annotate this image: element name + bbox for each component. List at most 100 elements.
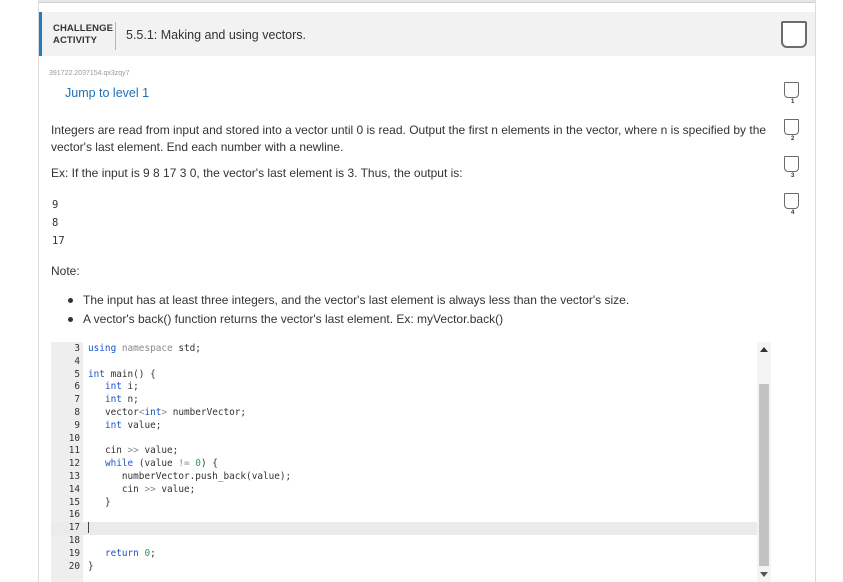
line-number: 16 bbox=[68, 509, 80, 521]
code-line[interactable]: 18 bbox=[51, 535, 757, 548]
code-token: int bbox=[144, 406, 162, 418]
code-line[interactable]: 5 int main() { bbox=[51, 369, 757, 382]
level-1-button[interactable]: 1 bbox=[784, 82, 804, 105]
code-token: int bbox=[88, 368, 105, 380]
code-token: >> bbox=[127, 445, 139, 457]
code-token: int bbox=[104, 419, 122, 431]
level-number: 1 bbox=[791, 99, 795, 105]
line-number: 20 bbox=[68, 560, 80, 572]
code-token: std; bbox=[172, 343, 201, 354]
line-number: 14 bbox=[68, 483, 80, 495]
code-line[interactable]: 7 int n; bbox=[51, 394, 757, 407]
scrollbar-thumb[interactable] bbox=[759, 384, 769, 566]
challenge-activity-card: CHALLENGE ACTIVITY 5.5.1: Making and usi… bbox=[38, 0, 816, 582]
code-token: } bbox=[104, 496, 111, 508]
level-badge-icon bbox=[784, 193, 799, 209]
scroll-up-arrow-icon[interactable] bbox=[760, 347, 768, 352]
code-token: numberVector.push_back(value); bbox=[121, 470, 292, 482]
line-number: 8 bbox=[74, 406, 80, 418]
top-divider bbox=[39, 0, 815, 3]
line-number: 4 bbox=[74, 355, 80, 367]
header-separator bbox=[115, 22, 116, 50]
code-line[interactable]: 14 cin >> value; bbox=[51, 484, 757, 497]
code-editor[interactable]: 3 using namespace std; 4 5 int main() { 6 … bbox=[51, 342, 769, 582]
code-line[interactable]: 4 bbox=[51, 356, 757, 369]
line-number: 15 bbox=[68, 496, 80, 508]
line-number: 13 bbox=[68, 470, 80, 482]
level-number: 4 bbox=[791, 210, 795, 216]
activity-type-line1: CHALLENGE bbox=[53, 23, 114, 34]
example-output-line: 17 bbox=[52, 235, 65, 247]
code-token: numberVector; bbox=[167, 406, 247, 418]
code-token: i; bbox=[121, 381, 139, 393]
code-line[interactable]: 13 numberVector.push_back(value); bbox=[51, 471, 757, 484]
line-number: 9 bbox=[74, 419, 80, 431]
level-number: 3 bbox=[791, 173, 795, 179]
code-token: namespace bbox=[116, 343, 173, 354]
text-cursor bbox=[88, 522, 89, 534]
level-number: 2 bbox=[791, 136, 795, 142]
code-token: } bbox=[88, 560, 94, 572]
line-number: 11 bbox=[68, 445, 80, 457]
editor-scrollbar[interactable] bbox=[757, 342, 771, 582]
code-token: int bbox=[104, 394, 122, 406]
code-line[interactable]: 19 return 0; bbox=[51, 548, 757, 561]
example-output-line: 8 bbox=[52, 217, 59, 229]
line-number: 17 bbox=[68, 522, 80, 534]
code-token: >> bbox=[144, 483, 156, 495]
completion-badge-icon bbox=[781, 21, 807, 48]
level-3-button[interactable]: 3 bbox=[784, 156, 804, 179]
code-line[interactable]: 3 using namespace std; bbox=[51, 343, 757, 356]
code-line[interactable]: 12 while (value != 0) { bbox=[51, 458, 757, 471]
line-number: 18 bbox=[68, 534, 80, 546]
activity-type-label: CHALLENGE ACTIVITY bbox=[53, 23, 113, 47]
line-number: 12 bbox=[68, 458, 80, 470]
scroll-down-arrow-icon[interactable] bbox=[760, 572, 768, 577]
activity-id-code: 391722.2037154.qx3zqy7 bbox=[49, 70, 130, 77]
code-token: (value bbox=[133, 458, 179, 470]
code-line[interactable]: 10 bbox=[51, 433, 757, 446]
level-badge-icon bbox=[784, 82, 799, 98]
code-line[interactable]: 6 int i; bbox=[51, 381, 757, 394]
code-line[interactable]: 20} bbox=[51, 561, 757, 574]
level-badge-icon bbox=[784, 156, 799, 172]
code-line[interactable]: 9 int value; bbox=[51, 420, 757, 433]
problem-prompt: Integers are read from input and stored … bbox=[51, 123, 767, 154]
level-2-button[interactable]: 2 bbox=[784, 119, 804, 142]
jump-to-level-link[interactable]: Jump to level 1 bbox=[65, 86, 149, 100]
line-number: 3 bbox=[74, 343, 80, 354]
code-token: cin bbox=[104, 445, 128, 457]
code-line[interactable]: 16 bbox=[51, 509, 757, 522]
code-token: using bbox=[88, 343, 117, 354]
code-token: != bbox=[178, 458, 190, 470]
code-token: main() { bbox=[104, 368, 156, 380]
example-text: Ex: If the input is 9 8 17 3 0, the vect… bbox=[51, 166, 463, 180]
line-number: 10 bbox=[68, 432, 80, 444]
level-4-button[interactable]: 4 bbox=[784, 193, 804, 216]
activity-header: CHALLENGE ACTIVITY 5.5.1: Making and usi… bbox=[39, 12, 815, 56]
code-token: vector bbox=[104, 406, 139, 418]
code-token: return bbox=[104, 547, 139, 559]
notes-list: The input has at least three integers, a… bbox=[67, 293, 629, 331]
line-number: 7 bbox=[74, 394, 80, 406]
code-line[interactable]: 11 cin >> value; bbox=[51, 445, 757, 458]
level-badge-icon bbox=[784, 119, 799, 135]
active-code-line[interactable]: 17 bbox=[51, 522, 757, 535]
code-token: ) { bbox=[200, 458, 218, 470]
note-item: A vector's back() function returns the v… bbox=[67, 312, 629, 331]
code-line[interactable]: 8 vector<int> numberVector; bbox=[51, 407, 757, 420]
code-token: while bbox=[104, 458, 134, 470]
example-output-line: 9 bbox=[52, 199, 59, 211]
code-line[interactable]: 15 } bbox=[51, 497, 757, 510]
code-token: n; bbox=[121, 394, 139, 406]
code-token: value; bbox=[155, 483, 196, 495]
activity-title: 5.5.1: Making and using vectors. bbox=[126, 28, 306, 42]
code-token: int bbox=[104, 381, 122, 393]
line-number: 5 bbox=[74, 368, 80, 380]
line-number: 19 bbox=[68, 547, 80, 559]
code-token: value; bbox=[121, 419, 162, 431]
activity-type-line2: ACTIVITY bbox=[53, 35, 98, 46]
note-item: The input has at least three integers, a… bbox=[67, 293, 629, 312]
code-token: ; bbox=[150, 547, 156, 559]
code-lines[interactable]: 3 using namespace std; 4 5 int main() { 6 … bbox=[51, 343, 757, 573]
